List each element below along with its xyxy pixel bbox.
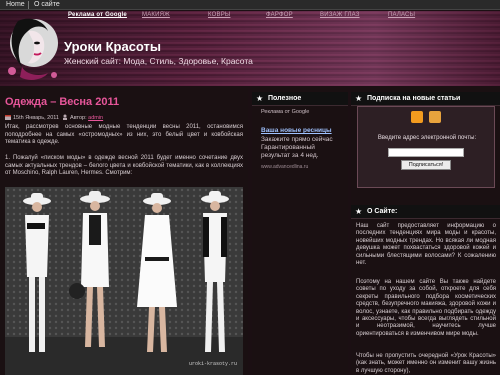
subscribe-heading: Подписка на новые статьи [367,95,461,102]
author-link[interactable]: admin [88,115,103,121]
site-header: Реклама от Google МАКИЯЖ КОВРЫ ФАРФОР ВИ… [0,11,500,86]
nav-rugs[interactable]: КОВРЫ [208,12,230,18]
main-content: Одежда – Весна 2011 15th Январь, 2011 Ав… [0,87,248,375]
subscribe-box: Введите адрес электронной почты: Подписа… [357,106,495,188]
email-input[interactable] [388,148,464,157]
star-icon: ★ [256,94,264,103]
subscribe-widget-header: ★ Подписка на новые статьи [351,92,500,106]
post-meta: 15th Январь, 2011 Автор: admin [5,114,103,122]
subscribe-label: Введите адрес электронной почты: [377,135,477,141]
right-sidebar: ★ Подписка на новые статьи Введите адрес… [351,87,500,375]
about-widget-header: ★ О Сайте: [351,205,500,219]
star-icon: ★ [355,94,363,103]
ad-title-link[interactable]: Ваша новые ресницы [261,127,332,134]
photo-watermark: uroki-krasoty.ru [188,361,237,367]
ad-url[interactable]: www.advancedlina.ru [261,164,308,170]
nav-home-link[interactable]: Home [6,0,25,10]
about-paragraph-3: Чтобы не пропустить очередной «Урок Крас… [356,353,496,374]
email-feed-icon[interactable] [429,111,441,123]
ads-by-google-label[interactable]: Реклама от Google [261,109,309,115]
subscribe-button[interactable]: Подписаться! [401,160,451,170]
post-intro: Итак, рассмотрев основные модные тенденц… [5,124,243,145]
page: Home О сайте Реклама от Google МАКИЯЖ КО… [0,0,500,375]
useful-sidebar: ★ Полезное Реклама от Google Ваша новые … [252,87,348,375]
runway-image [5,187,243,375]
top-bar-divider [28,1,29,9]
nav-about-link[interactable]: О сайте [34,0,60,10]
site-title[interactable]: Уроки Красоты [64,39,161,54]
useful-heading: Полезное [268,95,302,102]
top-navigation: Реклама от Google МАКИЯЖ КОВРЫ ФАРФОР ВИ… [62,11,500,23]
fashion-runway-photo[interactable]: uroki-krasoty.ru [5,187,243,375]
ad-text: Закажите прямо сейчас Гарантированный ре… [261,136,333,159]
post-title[interactable]: Одежда – Весна 2011 [5,96,119,108]
author-label: Автор: [70,115,87,121]
calendar-icon [5,115,11,120]
about-heading: О Сайте: [367,208,398,215]
nav-google-ads[interactable]: Реклама от Google [68,12,127,18]
post-paragraph: 1. Пожалуй «писком моды» в одежде весной… [5,155,243,176]
useful-widget-header: ★ Полезное [252,92,348,106]
about-paragraph-2: Поэтому на нашем сайте Вы также найдете … [356,279,496,337]
nav-carpets[interactable]: ПАЛАСЫ [388,12,415,18]
top-bar: Home О сайте [0,0,500,10]
author-icon [63,114,68,120]
nav-makeup[interactable]: МАКИЯЖ [142,12,170,18]
star-icon: ★ [355,207,363,216]
rss-icon[interactable] [411,111,423,123]
post-date: 15th Январь, 2011 [13,115,59,121]
about-paragraph-1: Наш сайт предоставляет информацию о посл… [356,223,496,267]
nav-porcelain[interactable]: ФАРФОР [266,12,293,18]
site-subtitle: Женский сайт: Мода, Стиль, Здоровье, Кра… [64,56,253,66]
nav-eye-makeup[interactable]: ВИЗАЖ ГЛАЗ [320,12,360,18]
logo-woman-silhouette[interactable] [4,13,62,85]
